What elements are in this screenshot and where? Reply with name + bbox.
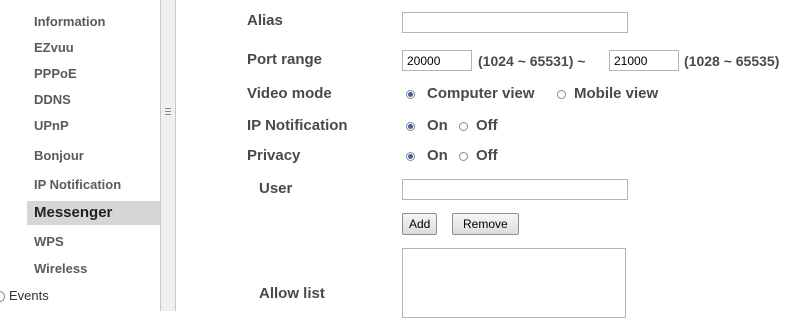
- sidebar-splitter[interactable]: [160, 0, 176, 311]
- port-range-start-hint: (1024 ~ 65531) ~: [478, 53, 586, 69]
- remove-button[interactable]: Remove: [452, 213, 519, 235]
- ip-notification-on-radio[interactable]: [406, 122, 415, 131]
- sidebar-item-bonjour[interactable]: Bonjour: [27, 144, 160, 168]
- sidebar-item-messenger[interactable]: Messenger: [27, 201, 160, 225]
- ip-notification-off-radio[interactable]: [459, 122, 468, 131]
- sidebar-item-wireless[interactable]: Wireless: [27, 257, 160, 281]
- video-mode-computer-radio[interactable]: [406, 90, 415, 99]
- ip-notification-on-label[interactable]: On: [427, 117, 448, 134]
- privacy-off-radio[interactable]: [459, 152, 468, 161]
- events-label: Events: [9, 288, 49, 303]
- sidebar-item-ddns[interactable]: DDNS: [27, 88, 160, 112]
- privacy-off-label[interactable]: Off: [476, 147, 498, 164]
- video-mode-computer-label[interactable]: Computer view: [427, 85, 535, 102]
- user-label: User: [259, 180, 293, 197]
- sidebar-item-information[interactable]: Information: [27, 10, 160, 34]
- sidebar-item-events[interactable]: Events: [0, 284, 49, 308]
- sidebar-item-ip-notification[interactable]: IP Notification: [27, 173, 160, 197]
- port-range-label: Port range: [247, 51, 323, 68]
- sidebar-item-ezvuu[interactable]: EZvuu: [27, 36, 160, 60]
- user-input[interactable]: [402, 179, 628, 200]
- alias-input[interactable]: [402, 12, 628, 33]
- video-mode-mobile-label[interactable]: Mobile view: [574, 85, 658, 102]
- video-mode-label: Video mode: [247, 85, 332, 102]
- sidebar-item-wps[interactable]: WPS: [27, 230, 160, 254]
- expand-bullet-icon: [0, 291, 5, 303]
- allow-list-box[interactable]: [402, 248, 626, 318]
- add-button[interactable]: Add: [402, 213, 438, 235]
- port-range-end-input[interactable]: [609, 50, 679, 71]
- port-range-start-input[interactable]: [402, 50, 472, 71]
- ip-notification-off-label[interactable]: Off: [476, 117, 498, 134]
- video-mode-mobile-radio[interactable]: [557, 90, 566, 99]
- sidebar-item-pppoe[interactable]: PPPoE: [27, 62, 160, 86]
- port-range-end-hint: (1028 ~ 65535): [684, 53, 780, 69]
- splitter-grip-icon: [165, 108, 171, 117]
- privacy-label: Privacy: [247, 147, 301, 164]
- sidebar-item-upnp[interactable]: UPnP: [27, 114, 160, 138]
- privacy-on-label[interactable]: On: [427, 147, 448, 164]
- allow-list-label: Allow list: [259, 285, 325, 302]
- sidebar-nav: Information EZvuu PPPoE DDNS UPnP Bonjou…: [0, 0, 160, 311]
- privacy-on-radio[interactable]: [406, 152, 415, 161]
- ip-notification-label: IP Notification: [247, 117, 348, 134]
- alias-label: Alias: [247, 12, 283, 29]
